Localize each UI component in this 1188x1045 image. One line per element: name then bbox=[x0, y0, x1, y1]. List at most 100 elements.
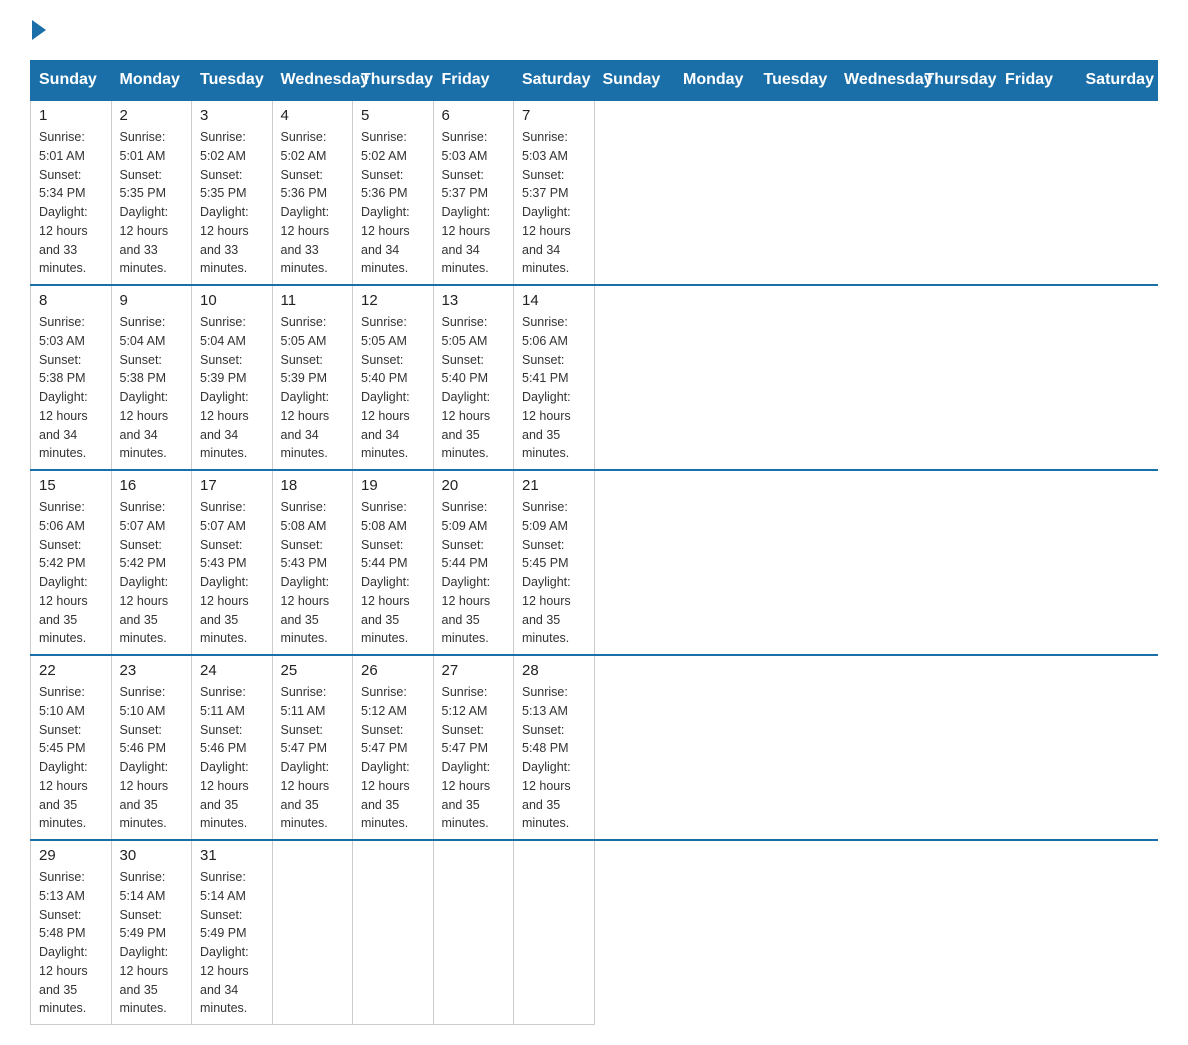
header-tuesday: Tuesday bbox=[192, 61, 273, 101]
page-header bbox=[30, 20, 1158, 40]
day-info: Sunrise: 5:08 AMSunset: 5:43 PMDaylight:… bbox=[281, 498, 345, 648]
calendar-week-row: 22 Sunrise: 5:10 AMSunset: 5:45 PMDaylig… bbox=[31, 655, 1158, 840]
calendar-cell: 10 Sunrise: 5:04 AMSunset: 5:39 PMDaylig… bbox=[192, 285, 273, 470]
calendar-cell: 21 Sunrise: 5:09 AMSunset: 5:45 PMDaylig… bbox=[514, 470, 595, 655]
header-thursday: Thursday bbox=[353, 61, 434, 101]
header-saturday: Saturday bbox=[1077, 61, 1158, 101]
calendar-week-row: 29 Sunrise: 5:13 AMSunset: 5:48 PMDaylig… bbox=[31, 840, 1158, 1025]
day-number: 29 bbox=[39, 847, 103, 864]
calendar-cell: 13 Sunrise: 5:05 AMSunset: 5:40 PMDaylig… bbox=[433, 285, 514, 470]
day-number: 16 bbox=[120, 477, 184, 494]
calendar-cell: 2 Sunrise: 5:01 AMSunset: 5:35 PMDayligh… bbox=[111, 100, 192, 285]
day-number: 14 bbox=[522, 292, 586, 309]
day-info: Sunrise: 5:12 AMSunset: 5:47 PMDaylight:… bbox=[442, 683, 506, 833]
day-number: 15 bbox=[39, 477, 103, 494]
header-thursday: Thursday bbox=[916, 61, 997, 101]
header-friday: Friday bbox=[997, 61, 1078, 101]
calendar-cell: 29 Sunrise: 5:13 AMSunset: 5:48 PMDaylig… bbox=[31, 840, 112, 1025]
day-info: Sunrise: 5:05 AMSunset: 5:40 PMDaylight:… bbox=[442, 313, 506, 463]
day-number: 12 bbox=[361, 292, 425, 309]
calendar-cell: 6 Sunrise: 5:03 AMSunset: 5:37 PMDayligh… bbox=[433, 100, 514, 285]
day-info: Sunrise: 5:14 AMSunset: 5:49 PMDaylight:… bbox=[120, 868, 184, 1018]
day-info: Sunrise: 5:11 AMSunset: 5:46 PMDaylight:… bbox=[200, 683, 264, 833]
day-info: Sunrise: 5:01 AMSunset: 5:35 PMDaylight:… bbox=[120, 128, 184, 278]
day-number: 11 bbox=[281, 292, 345, 309]
day-number: 25 bbox=[281, 662, 345, 679]
calendar-cell: 27 Sunrise: 5:12 AMSunset: 5:47 PMDaylig… bbox=[433, 655, 514, 840]
day-info: Sunrise: 5:06 AMSunset: 5:42 PMDaylight:… bbox=[39, 498, 103, 648]
calendar-week-row: 1 Sunrise: 5:01 AMSunset: 5:34 PMDayligh… bbox=[31, 100, 1158, 285]
day-number: 28 bbox=[522, 662, 586, 679]
calendar-cell: 5 Sunrise: 5:02 AMSunset: 5:36 PMDayligh… bbox=[353, 100, 434, 285]
day-number: 1 bbox=[39, 107, 103, 124]
day-number: 10 bbox=[200, 292, 264, 309]
header-sunday: Sunday bbox=[31, 61, 112, 101]
day-number: 6 bbox=[442, 107, 506, 124]
logo bbox=[30, 20, 48, 40]
day-number: 24 bbox=[200, 662, 264, 679]
day-info: Sunrise: 5:10 AMSunset: 5:45 PMDaylight:… bbox=[39, 683, 103, 833]
day-info: Sunrise: 5:10 AMSunset: 5:46 PMDaylight:… bbox=[120, 683, 184, 833]
day-info: Sunrise: 5:05 AMSunset: 5:39 PMDaylight:… bbox=[281, 313, 345, 463]
day-number: 19 bbox=[361, 477, 425, 494]
day-number: 26 bbox=[361, 662, 425, 679]
day-info: Sunrise: 5:05 AMSunset: 5:40 PMDaylight:… bbox=[361, 313, 425, 463]
day-number: 17 bbox=[200, 477, 264, 494]
calendar-cell: 8 Sunrise: 5:03 AMSunset: 5:38 PMDayligh… bbox=[31, 285, 112, 470]
logo-arrow-icon bbox=[32, 20, 46, 40]
day-info: Sunrise: 5:04 AMSunset: 5:38 PMDaylight:… bbox=[120, 313, 184, 463]
calendar-week-row: 8 Sunrise: 5:03 AMSunset: 5:38 PMDayligh… bbox=[31, 285, 1158, 470]
day-number: 20 bbox=[442, 477, 506, 494]
calendar-cell: 19 Sunrise: 5:08 AMSunset: 5:44 PMDaylig… bbox=[353, 470, 434, 655]
header-saturday: Saturday bbox=[514, 61, 595, 101]
calendar-cell: 24 Sunrise: 5:11 AMSunset: 5:46 PMDaylig… bbox=[192, 655, 273, 840]
day-info: Sunrise: 5:08 AMSunset: 5:44 PMDaylight:… bbox=[361, 498, 425, 648]
day-number: 23 bbox=[120, 662, 184, 679]
calendar-table: SundayMondayTuesdayWednesdayThursdayFrid… bbox=[30, 60, 1158, 1025]
day-number: 2 bbox=[120, 107, 184, 124]
calendar-cell: 16 Sunrise: 5:07 AMSunset: 5:42 PMDaylig… bbox=[111, 470, 192, 655]
calendar-cell: 1 Sunrise: 5:01 AMSunset: 5:34 PMDayligh… bbox=[31, 100, 112, 285]
calendar-cell bbox=[353, 840, 434, 1025]
calendar-cell: 7 Sunrise: 5:03 AMSunset: 5:37 PMDayligh… bbox=[514, 100, 595, 285]
header-wednesday: Wednesday bbox=[272, 61, 353, 101]
day-info: Sunrise: 5:03 AMSunset: 5:37 PMDaylight:… bbox=[442, 128, 506, 278]
calendar-cell bbox=[433, 840, 514, 1025]
calendar-cell: 18 Sunrise: 5:08 AMSunset: 5:43 PMDaylig… bbox=[272, 470, 353, 655]
day-info: Sunrise: 5:04 AMSunset: 5:39 PMDaylight:… bbox=[200, 313, 264, 463]
calendar-cell: 23 Sunrise: 5:10 AMSunset: 5:46 PMDaylig… bbox=[111, 655, 192, 840]
header-tuesday: Tuesday bbox=[755, 61, 836, 101]
day-number: 21 bbox=[522, 477, 586, 494]
calendar-cell: 3 Sunrise: 5:02 AMSunset: 5:35 PMDayligh… bbox=[192, 100, 273, 285]
day-info: Sunrise: 5:07 AMSunset: 5:42 PMDaylight:… bbox=[120, 498, 184, 648]
day-number: 13 bbox=[442, 292, 506, 309]
calendar-cell: 28 Sunrise: 5:13 AMSunset: 5:48 PMDaylig… bbox=[514, 655, 595, 840]
calendar-cell: 4 Sunrise: 5:02 AMSunset: 5:36 PMDayligh… bbox=[272, 100, 353, 285]
calendar-cell: 14 Sunrise: 5:06 AMSunset: 5:41 PMDaylig… bbox=[514, 285, 595, 470]
day-info: Sunrise: 5:03 AMSunset: 5:38 PMDaylight:… bbox=[39, 313, 103, 463]
calendar-cell: 15 Sunrise: 5:06 AMSunset: 5:42 PMDaylig… bbox=[31, 470, 112, 655]
calendar-cell: 30 Sunrise: 5:14 AMSunset: 5:49 PMDaylig… bbox=[111, 840, 192, 1025]
day-number: 27 bbox=[442, 662, 506, 679]
day-info: Sunrise: 5:07 AMSunset: 5:43 PMDaylight:… bbox=[200, 498, 264, 648]
calendar-cell: 31 Sunrise: 5:14 AMSunset: 5:49 PMDaylig… bbox=[192, 840, 273, 1025]
calendar-cell: 11 Sunrise: 5:05 AMSunset: 5:39 PMDaylig… bbox=[272, 285, 353, 470]
day-info: Sunrise: 5:12 AMSunset: 5:47 PMDaylight:… bbox=[361, 683, 425, 833]
day-number: 9 bbox=[120, 292, 184, 309]
calendar-cell: 26 Sunrise: 5:12 AMSunset: 5:47 PMDaylig… bbox=[353, 655, 434, 840]
day-number: 18 bbox=[281, 477, 345, 494]
calendar-cell: 20 Sunrise: 5:09 AMSunset: 5:44 PMDaylig… bbox=[433, 470, 514, 655]
day-info: Sunrise: 5:09 AMSunset: 5:44 PMDaylight:… bbox=[442, 498, 506, 648]
day-info: Sunrise: 5:03 AMSunset: 5:37 PMDaylight:… bbox=[522, 128, 586, 278]
calendar-cell: 12 Sunrise: 5:05 AMSunset: 5:40 PMDaylig… bbox=[353, 285, 434, 470]
calendar-cell: 22 Sunrise: 5:10 AMSunset: 5:45 PMDaylig… bbox=[31, 655, 112, 840]
day-number: 3 bbox=[200, 107, 264, 124]
day-info: Sunrise: 5:13 AMSunset: 5:48 PMDaylight:… bbox=[522, 683, 586, 833]
header-monday: Monday bbox=[111, 61, 192, 101]
day-number: 31 bbox=[200, 847, 264, 864]
day-number: 22 bbox=[39, 662, 103, 679]
day-info: Sunrise: 5:13 AMSunset: 5:48 PMDaylight:… bbox=[39, 868, 103, 1018]
day-info: Sunrise: 5:02 AMSunset: 5:36 PMDaylight:… bbox=[361, 128, 425, 278]
day-info: Sunrise: 5:06 AMSunset: 5:41 PMDaylight:… bbox=[522, 313, 586, 463]
calendar-cell: 9 Sunrise: 5:04 AMSunset: 5:38 PMDayligh… bbox=[111, 285, 192, 470]
